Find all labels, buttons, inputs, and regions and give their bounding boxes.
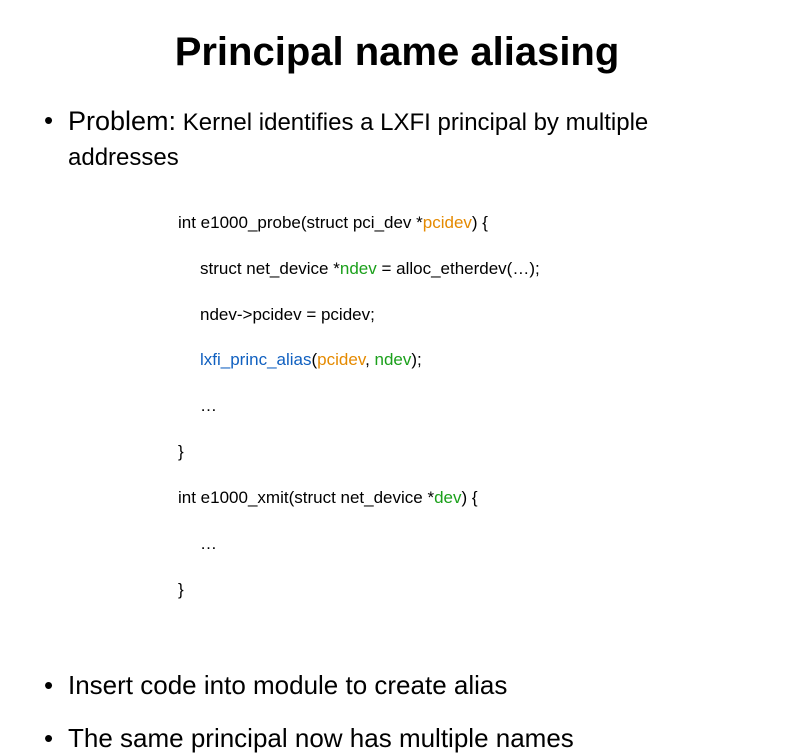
code-hl-pcidev: pcidev <box>317 350 365 369</box>
bullet-problem: Problem: Kernel identifies a LXFI princi… <box>40 103 754 648</box>
code-text: , <box>365 350 374 369</box>
code-text: int e1000_xmit(struct net_device * <box>178 488 434 507</box>
code-text: ) { <box>472 213 488 232</box>
code-line-5: … <box>178 395 754 418</box>
code-text: … <box>200 534 217 553</box>
code-text: ) { <box>462 488 478 507</box>
code-text: … <box>200 396 217 415</box>
code-line-9: } <box>178 579 754 602</box>
code-hl-func: lxfi_princ_alias <box>200 350 312 369</box>
code-line-2: struct net_device *ndev = alloc_etherdev… <box>178 258 754 281</box>
code-text: ); <box>411 350 421 369</box>
bullet-multiple-names: The same principal now has multiple name… <box>40 721 754 756</box>
code-line-1: int e1000_probe(struct pci_dev *pcidev) … <box>178 212 754 235</box>
code-hl-ndev: ndev <box>340 259 377 278</box>
code-text: int e1000_probe(struct pci_dev * <box>178 213 423 232</box>
code-text: } <box>178 442 184 461</box>
bullet-insert-code: Insert code into module to create alias <box>40 668 754 703</box>
problem-label: Problem: <box>68 106 176 136</box>
code-line-4: lxfi_princ_alias(pcidev, ndev); <box>178 349 754 372</box>
code-line-3: ndev->pcidev = pcidev; <box>178 304 754 327</box>
code-text: ndev->pcidev = pcidev; <box>200 305 375 324</box>
slide: Principal name aliasing Problem: Kernel … <box>0 0 794 595</box>
code-line-6: } <box>178 441 754 464</box>
code-block: int e1000_probe(struct pci_dev *pcidev) … <box>178 189 754 648</box>
code-text: } <box>178 580 184 599</box>
code-line-7: int e1000_xmit(struct net_device *dev) { <box>178 487 754 510</box>
code-text: struct net_device * <box>200 259 340 278</box>
code-hl-dev: dev <box>434 488 461 507</box>
page-title: Principal name aliasing <box>40 30 754 75</box>
code-hl-pcidev: pcidev <box>423 213 472 232</box>
code-text: = alloc_etherdev(…); <box>377 259 540 278</box>
code-line-8: … <box>178 533 754 556</box>
bullet-list: Problem: Kernel identifies a LXFI princi… <box>40 103 754 756</box>
code-hl-ndev: ndev <box>375 350 412 369</box>
